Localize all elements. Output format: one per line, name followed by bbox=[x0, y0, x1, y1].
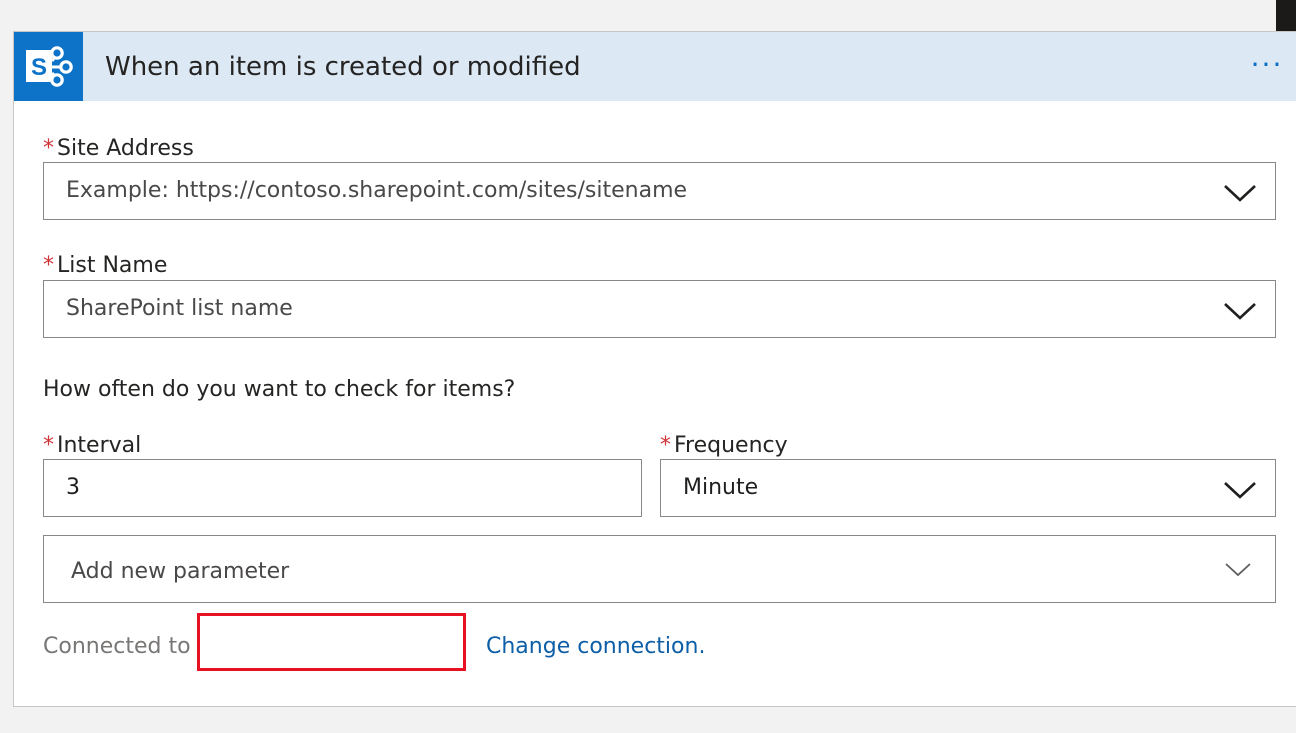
schedule-question: How often do you want to check for items… bbox=[43, 377, 516, 402]
frequency-label-text: Frequency bbox=[674, 433, 788, 458]
trigger-header[interactable]: S When an item is created or modified ··… bbox=[14, 32, 1296, 101]
trigger-title: When an item is created or modified bbox=[105, 52, 581, 82]
required-marker: * bbox=[660, 433, 671, 458]
chevron-down-icon[interactable] bbox=[1223, 480, 1257, 500]
frequency-label: * Frequency bbox=[660, 432, 788, 460]
list-name-label-text: List Name bbox=[57, 253, 168, 278]
trigger-card: S When an item is created or modified ··… bbox=[13, 31, 1296, 707]
chevron-down-icon[interactable] bbox=[1223, 301, 1257, 321]
chevron-down-icon[interactable] bbox=[1223, 183, 1257, 203]
svg-text:S: S bbox=[31, 54, 47, 81]
frequency-value: Minute bbox=[683, 475, 759, 500]
add-parameter-placeholder: Add new parameter bbox=[71, 559, 290, 584]
interval-value: 3 bbox=[66, 475, 80, 500]
change-connection-link[interactable]: Change connection. bbox=[486, 633, 705, 661]
required-marker: * bbox=[43, 253, 54, 278]
site-address-dropdown[interactable]: Example: https://contoso.sharepoint.com/… bbox=[43, 162, 1276, 220]
redacted-connection-highlight bbox=[197, 613, 466, 671]
required-marker: * bbox=[43, 136, 54, 161]
sharepoint-logo-icon: S bbox=[26, 46, 73, 87]
frequency-dropdown[interactable]: Minute bbox=[660, 459, 1276, 517]
site-address-label-text: Site Address bbox=[57, 136, 194, 161]
add-parameter-dropdown[interactable]: Add new parameter bbox=[43, 535, 1276, 603]
connected-to-label: Connected to bbox=[43, 634, 191, 659]
list-name-label: * List Name bbox=[43, 252, 167, 280]
interval-label: * Interval bbox=[43, 432, 141, 460]
list-name-placeholder: SharePoint list name bbox=[66, 296, 293, 321]
list-name-dropdown[interactable]: SharePoint list name bbox=[43, 280, 1276, 338]
more-options-icon[interactable]: ··· bbox=[1244, 50, 1290, 84]
interval-input[interactable]: 3 bbox=[43, 459, 642, 517]
required-marker: * bbox=[43, 433, 54, 458]
site-address-placeholder: Example: https://contoso.sharepoint.com/… bbox=[66, 178, 688, 203]
site-address-label: * Site Address bbox=[43, 135, 194, 163]
sharepoint-icon: S bbox=[14, 32, 83, 101]
interval-label-text: Interval bbox=[57, 433, 142, 458]
chevron-down-icon[interactable] bbox=[1224, 562, 1252, 578]
